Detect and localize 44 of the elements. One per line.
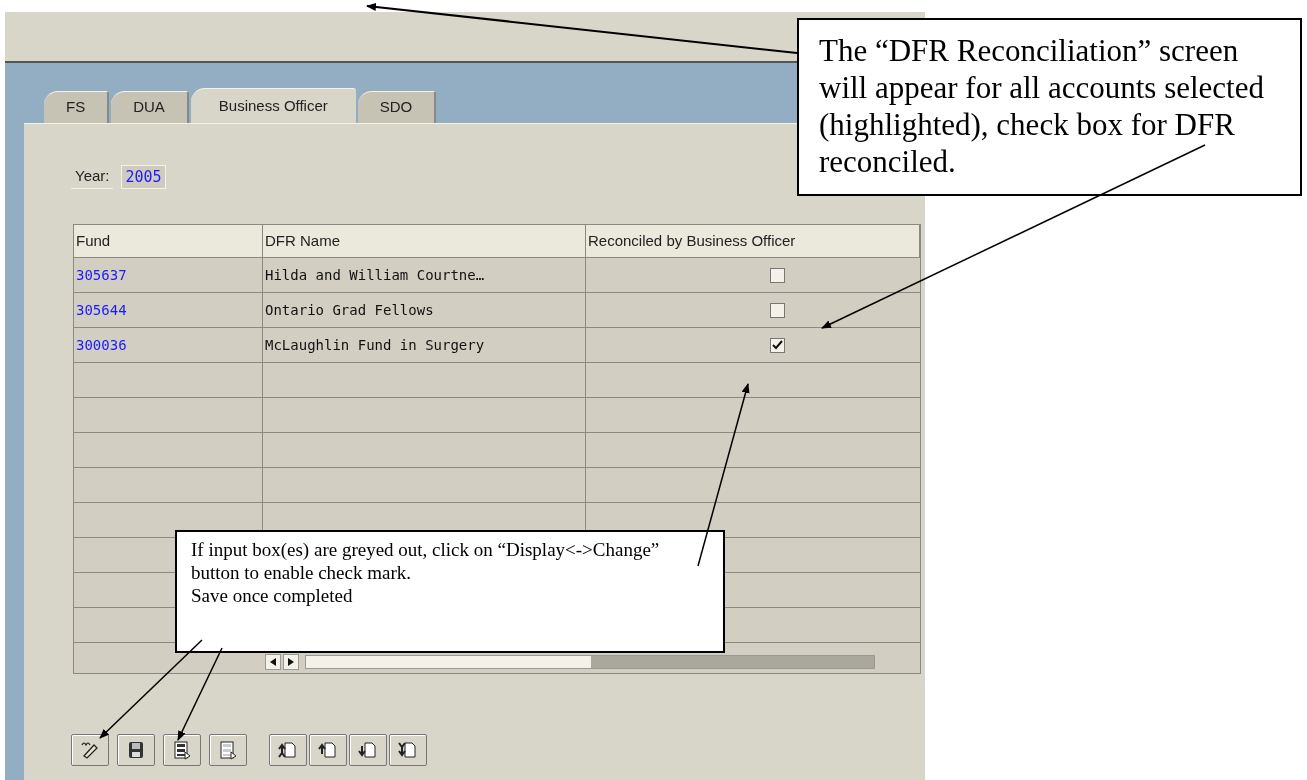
fund-cell[interactable]: 305644 <box>74 293 263 327</box>
first-page-button[interactable] <box>269 734 307 766</box>
previous-page-button[interactable] <box>309 734 347 766</box>
deselect-all-button[interactable] <box>209 734 247 766</box>
right-arrow-icon <box>288 658 294 666</box>
scroll-left-button[interactable] <box>265 654 281 670</box>
select-all-button[interactable] <box>163 734 201 766</box>
column-header[interactable]: Reconciled by Business Officer <box>586 225 920 257</box>
column-header[interactable]: DFR Name <box>263 225 586 257</box>
checkbox[interactable] <box>770 267 785 283</box>
tab[interactable]: SDO <box>357 91 437 123</box>
save-button[interactable] <box>117 734 155 766</box>
tab[interactable]: FS <box>44 91 110 123</box>
page-arrow-icon <box>358 740 378 760</box>
year-label: Year: <box>71 165 114 189</box>
scrollbar-thumb[interactable] <box>306 656 591 668</box>
column-header[interactable]: Fund <box>74 225 263 257</box>
page-arrow-icon <box>278 740 298 760</box>
list-deselect-icon <box>218 740 238 760</box>
checkbox[interactable] <box>770 337 785 353</box>
fund-cell[interactable]: 300036 <box>74 328 263 362</box>
page-arrow-icon <box>398 740 418 760</box>
scrollbar-track[interactable] <box>305 655 875 669</box>
last-page-button[interactable] <box>389 734 427 766</box>
tab[interactable]: DUA <box>111 91 189 123</box>
year-field[interactable]: 2005 <box>121 164 166 190</box>
edit-button[interactable] <box>71 734 109 766</box>
checkbox[interactable] <box>770 302 785 318</box>
table-cell: Ontario Grad Fellows <box>263 293 586 327</box>
left-arrow-icon <box>270 658 276 666</box>
pencil-icon <box>80 740 100 760</box>
callout-text: The “DFR Reconciliation” screen will appear for all accounts selected (highlighted), check box for DFR reconciled. <box>819 32 1265 180</box>
fund-cell[interactable]: 305637 <box>74 258 263 292</box>
callout-text: Save once completed <box>191 584 354 607</box>
scroll-right-button[interactable] <box>283 654 299 670</box>
list-select-icon <box>172 740 192 760</box>
page-arrow-icon <box>318 740 338 760</box>
table-cell: McLaughlin Fund in Surgery <box>263 328 586 362</box>
next-page-button[interactable] <box>349 734 387 766</box>
floppy-icon <box>126 740 146 760</box>
table-cell: Hilda and William Courtne… <box>263 258 586 292</box>
callout-text: If input box(es) are greyed out, click on “Display<->Change” button to enable check mark. <box>191 538 661 584</box>
check-icon <box>772 339 783 351</box>
tab[interactable]: Business Officer <box>190 88 356 123</box>
